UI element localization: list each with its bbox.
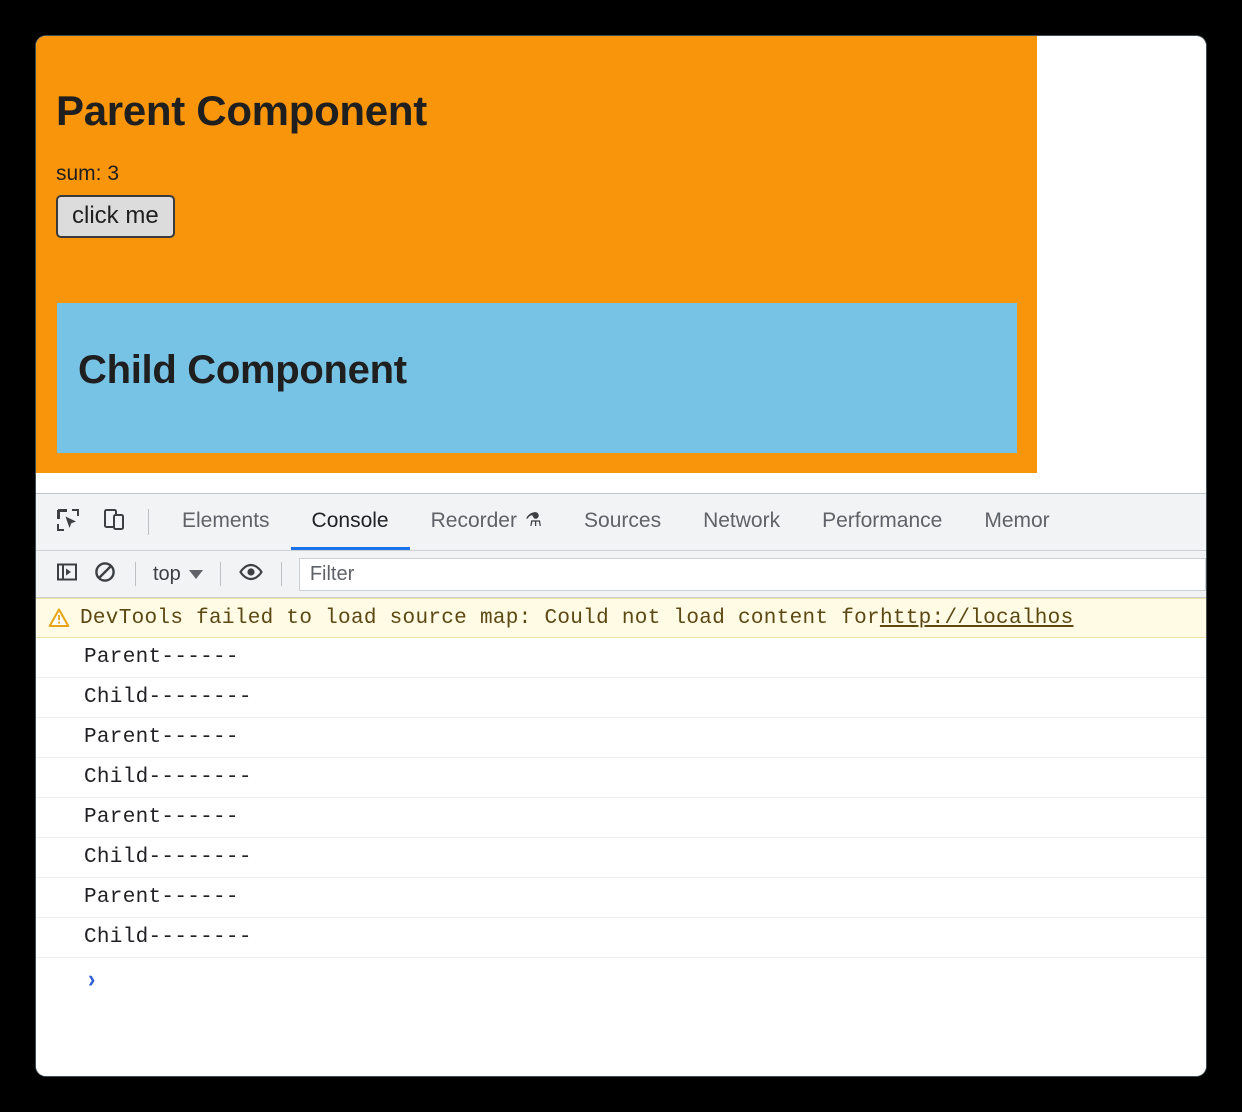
console-toolbar-divider-3: [280, 562, 282, 586]
page-viewport: Parent Component sum: 3 click me Child C…: [36, 36, 1206, 493]
console-log-row[interactable]: Child--------: [36, 918, 1206, 958]
console-message-list[interactable]: DevTools failed to load source map: Coul…: [36, 598, 1206, 1075]
warning-source-link[interactable]: http://localhos: [880, 607, 1074, 630]
clear-console-icon: [93, 560, 117, 589]
tab-console-label: Console: [311, 508, 389, 532]
click-me-button[interactable]: click me: [56, 195, 175, 239]
parent-title: Parent Component: [56, 87, 427, 134]
prompt-chevron-icon: ›: [88, 964, 96, 993]
console-prompt[interactable]: ›: [36, 958, 1206, 1000]
execution-context-selector[interactable]: top: [149, 561, 207, 588]
console-toolbar-divider-1: [135, 562, 136, 586]
console-prompt-input[interactable]: [107, 966, 1206, 992]
browser-window: Parent Component sum: 3 click me Child C…: [36, 36, 1206, 1076]
tab-sources[interactable]: Sources: [563, 494, 682, 550]
tab-recorder-label: Recorder: [430, 508, 517, 532]
warning-message-text: DevTools failed to load source map: Coul…: [80, 606, 880, 630]
inspect-element-icon: [55, 507, 81, 538]
tab-network-label: Network: [703, 508, 781, 532]
tab-memory[interactable]: Memor: [963, 494, 1070, 550]
console-toolbar-divider-2: [219, 562, 221, 586]
tab-elements[interactable]: Elements: [161, 494, 291, 550]
device-toolbar-button[interactable]: [96, 504, 132, 540]
tab-console[interactable]: Console: [290, 494, 410, 550]
inspect-element-button[interactable]: [50, 504, 86, 540]
devtools-panel: Elements Console Recorder ⚗ Sources Netw…: [36, 493, 1206, 1076]
toolbar-divider: [148, 509, 149, 535]
tab-network[interactable]: Network: [682, 494, 801, 550]
console-log-row[interactable]: Child--------: [36, 678, 1206, 718]
devtools-tool-buttons: [36, 494, 161, 550]
sum-text: sum: 3: [56, 162, 120, 186]
console-log-row[interactable]: Child--------: [36, 758, 1206, 798]
child-component: Child Component: [57, 303, 1017, 453]
console-log-row[interactable]: Parent------: [36, 638, 1206, 678]
clear-console-button[interactable]: [88, 557, 122, 591]
execution-context-label: top: [153, 562, 181, 585]
device-toolbar-icon: [101, 507, 127, 538]
flask-icon: ⚗: [524, 510, 543, 531]
tab-performance-label: Performance: [822, 508, 943, 532]
console-log-row[interactable]: Parent------: [36, 718, 1206, 758]
chevron-down-icon: [188, 569, 203, 579]
tab-memory-label: Memor: [984, 508, 1050, 532]
console-log-row[interactable]: Parent------: [36, 878, 1206, 918]
filter-input[interactable]: [298, 557, 1206, 591]
live-expression-button[interactable]: [234, 557, 268, 591]
eye-icon: [238, 559, 264, 590]
tab-performance[interactable]: Performance: [801, 494, 963, 550]
console-toolbar: top: [36, 551, 1206, 598]
tab-recorder[interactable]: Recorder ⚗: [410, 494, 563, 550]
console-sidebar-icon: [55, 560, 79, 589]
child-title: Child Component: [78, 348, 407, 392]
tab-sources-label: Sources: [584, 508, 662, 532]
console-sidebar-toggle-button[interactable]: [50, 557, 84, 591]
console-log-row[interactable]: Parent------: [36, 798, 1206, 838]
tab-elements-label: Elements: [182, 508, 270, 532]
devtools-tabbar: Elements Console Recorder ⚗ Sources Netw…: [36, 494, 1206, 551]
devtools-tabs: Elements Console Recorder ⚗ Sources Netw…: [161, 494, 1206, 550]
console-log-row[interactable]: Child--------: [36, 838, 1206, 878]
console-warning-message[interactable]: DevTools failed to load source map: Coul…: [36, 598, 1206, 638]
warning-triangle-icon: [48, 607, 70, 629]
parent-component: Parent Component sum: 3 click me Child C…: [36, 36, 1037, 473]
